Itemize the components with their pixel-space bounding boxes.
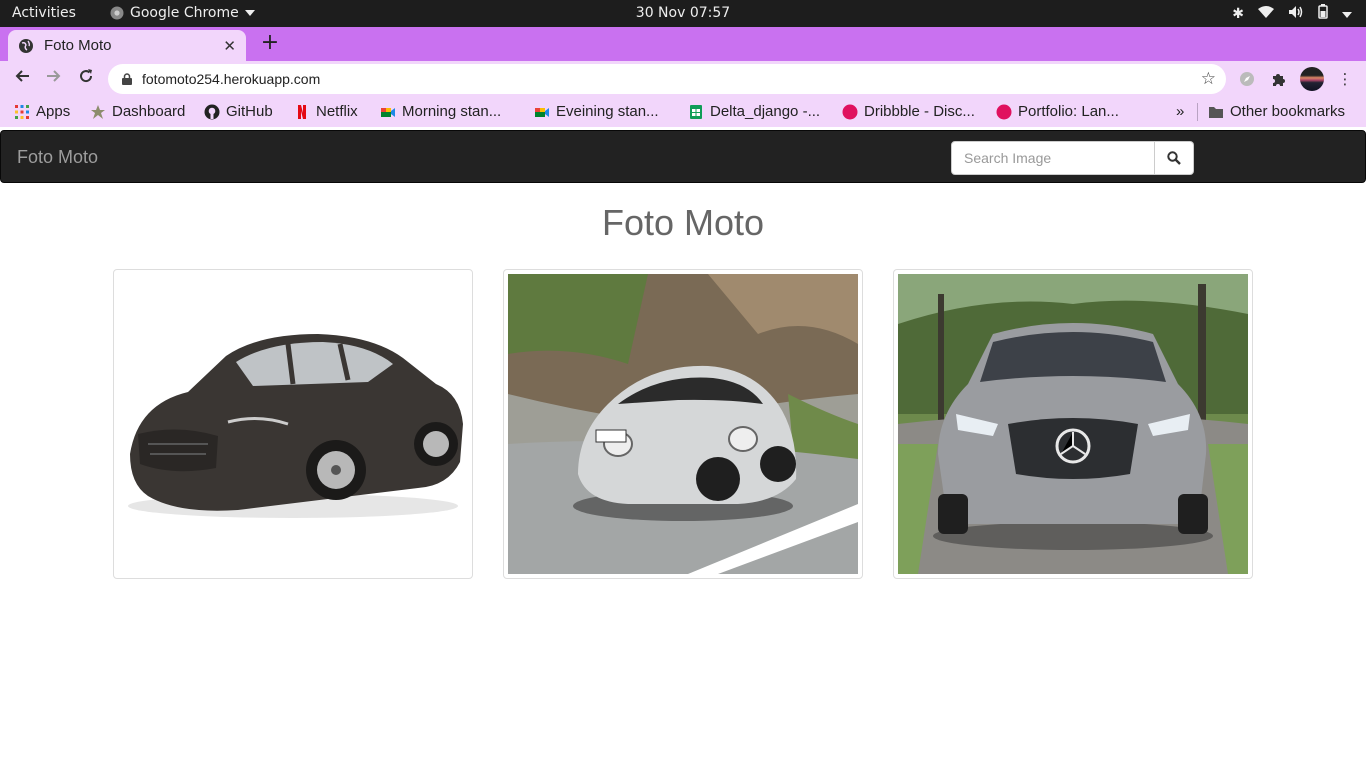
search-button[interactable] bbox=[1155, 141, 1194, 175]
app-name: Google Chrome bbox=[130, 5, 239, 21]
google-meet-icon bbox=[535, 107, 549, 117]
bookmarks-bar: Apps Dashboard GitHub Netflix Morning st… bbox=[0, 97, 1366, 127]
more-bookmarks-button[interactable]: » bbox=[1176, 103, 1184, 120]
forward-button[interactable] bbox=[42, 67, 66, 91]
toolbar-extensions: ⋮ bbox=[1236, 67, 1356, 91]
search-form bbox=[951, 141, 1194, 175]
kebab-menu-icon[interactable]: ⋮ bbox=[1334, 68, 1356, 90]
bookmarks-divider bbox=[1197, 103, 1198, 121]
image-card[interactable] bbox=[893, 269, 1253, 579]
bookmark-label: Dashboard bbox=[112, 103, 186, 120]
lock-icon[interactable] bbox=[122, 73, 132, 85]
car-image-sedan[interactable] bbox=[118, 274, 468, 574]
bookmark-delta-django[interactable]: Delta_django -... bbox=[688, 103, 820, 120]
puzzle-extensions-icon[interactable] bbox=[1268, 68, 1290, 90]
bookmark-portfolio[interactable]: Portfolio: Lan... bbox=[996, 103, 1119, 120]
bookmark-label: Apps bbox=[36, 103, 71, 120]
page-heading: Foto Moto bbox=[601, 202, 765, 243]
double-chevron-right-icon: » bbox=[1176, 103, 1185, 120]
system-menu-chevron-icon[interactable] bbox=[1342, 6, 1352, 22]
site-brand-link[interactable]: Foto Moto bbox=[17, 147, 98, 168]
google-meet-icon bbox=[381, 107, 395, 117]
activities-button[interactable]: Activities bbox=[12, 5, 76, 21]
tab-strip: Foto Moto ✕ + bbox=[0, 27, 1366, 61]
apps-grid-icon bbox=[15, 104, 29, 119]
system-top-bar: Activities Google Chrome 30 Nov 07:57 ✱ bbox=[0, 0, 1366, 27]
extension-compass-icon[interactable] bbox=[1236, 68, 1258, 90]
address-bar[interactable]: fotomoto254.herokuapp.com ☆ bbox=[108, 64, 1226, 94]
system-tray[interactable]: ✱ bbox=[1232, 4, 1352, 23]
bookmark-netflix[interactable]: Netflix bbox=[294, 103, 358, 120]
reload-icon bbox=[80, 69, 93, 83]
volume-icon bbox=[1288, 5, 1304, 23]
app-menu[interactable]: Google Chrome bbox=[110, 5, 255, 21]
bookmark-dashboard[interactable]: Dashboard bbox=[90, 103, 185, 120]
bookmark-apps[interactable]: Apps bbox=[14, 103, 70, 120]
chevron-down-icon bbox=[244, 10, 255, 16]
tab-foto-moto[interactable]: Foto Moto ✕ bbox=[8, 30, 246, 61]
image-card[interactable] bbox=[503, 269, 863, 579]
chrome-icon bbox=[110, 6, 124, 20]
bookmark-label: Other bookmarks bbox=[1230, 103, 1346, 120]
dribbble-icon bbox=[842, 104, 858, 119]
profile-avatar[interactable] bbox=[1300, 67, 1324, 91]
battery-icon bbox=[1318, 4, 1328, 23]
dashboard-icon bbox=[91, 104, 105, 119]
web-page: Foto Moto Foto Moto bbox=[0, 130, 1366, 768]
bookmark-label: Delta_django -... bbox=[710, 103, 821, 120]
tab-title: Foto Moto bbox=[44, 37, 112, 54]
car-image-sports[interactable] bbox=[508, 274, 858, 574]
bookmark-github[interactable]: GitHub bbox=[204, 103, 273, 120]
bookmark-label: Dribbble - Disc... bbox=[864, 103, 975, 120]
reload-button[interactable] bbox=[74, 67, 98, 91]
bookmark-label: Eveining stan... bbox=[556, 103, 659, 120]
site-navbar: Foto Moto bbox=[0, 130, 1366, 183]
google-sheets-icon bbox=[690, 104, 702, 119]
search-icon bbox=[1167, 151, 1181, 165]
github-icon bbox=[204, 104, 220, 119]
wifi-icon bbox=[1258, 5, 1274, 22]
bookmark-label: Netflix bbox=[316, 103, 358, 120]
new-tab-button[interactable]: + bbox=[258, 32, 282, 56]
bookmark-dribbble[interactable]: Dribbble - Disc... bbox=[842, 103, 975, 120]
image-card[interactable] bbox=[113, 269, 473, 579]
bookmark-evening-standup[interactable]: Eveining stan... bbox=[534, 103, 659, 120]
folder-icon bbox=[1209, 106, 1223, 118]
arrow-left-icon bbox=[15, 70, 29, 82]
browser-toolbar: fotomoto254.herokuapp.com ☆ ⋮ bbox=[0, 61, 1366, 97]
globe-icon bbox=[19, 38, 33, 53]
slack-icon[interactable]: ✱ bbox=[1232, 6, 1244, 22]
close-icon[interactable]: ✕ bbox=[223, 37, 236, 55]
arrow-right-icon bbox=[47, 70, 61, 82]
bookmark-label: GitHub bbox=[226, 103, 273, 120]
bookmark-label: Portfolio: Lan... bbox=[1018, 103, 1119, 120]
back-button[interactable] bbox=[10, 67, 34, 91]
url-text: fotomoto254.herokuapp.com bbox=[142, 71, 321, 87]
bookmark-morning-standup[interactable]: Morning stan... bbox=[380, 103, 501, 120]
car-image-hatchback[interactable] bbox=[898, 274, 1248, 574]
other-bookmarks[interactable]: Other bookmarks bbox=[1208, 103, 1345, 120]
bookmark-star-icon[interactable]: ☆ bbox=[1201, 69, 1216, 89]
netflix-icon bbox=[298, 104, 306, 119]
search-input[interactable] bbox=[951, 141, 1155, 175]
dribbble-icon bbox=[996, 104, 1012, 119]
bookmark-label: Morning stan... bbox=[402, 103, 502, 120]
